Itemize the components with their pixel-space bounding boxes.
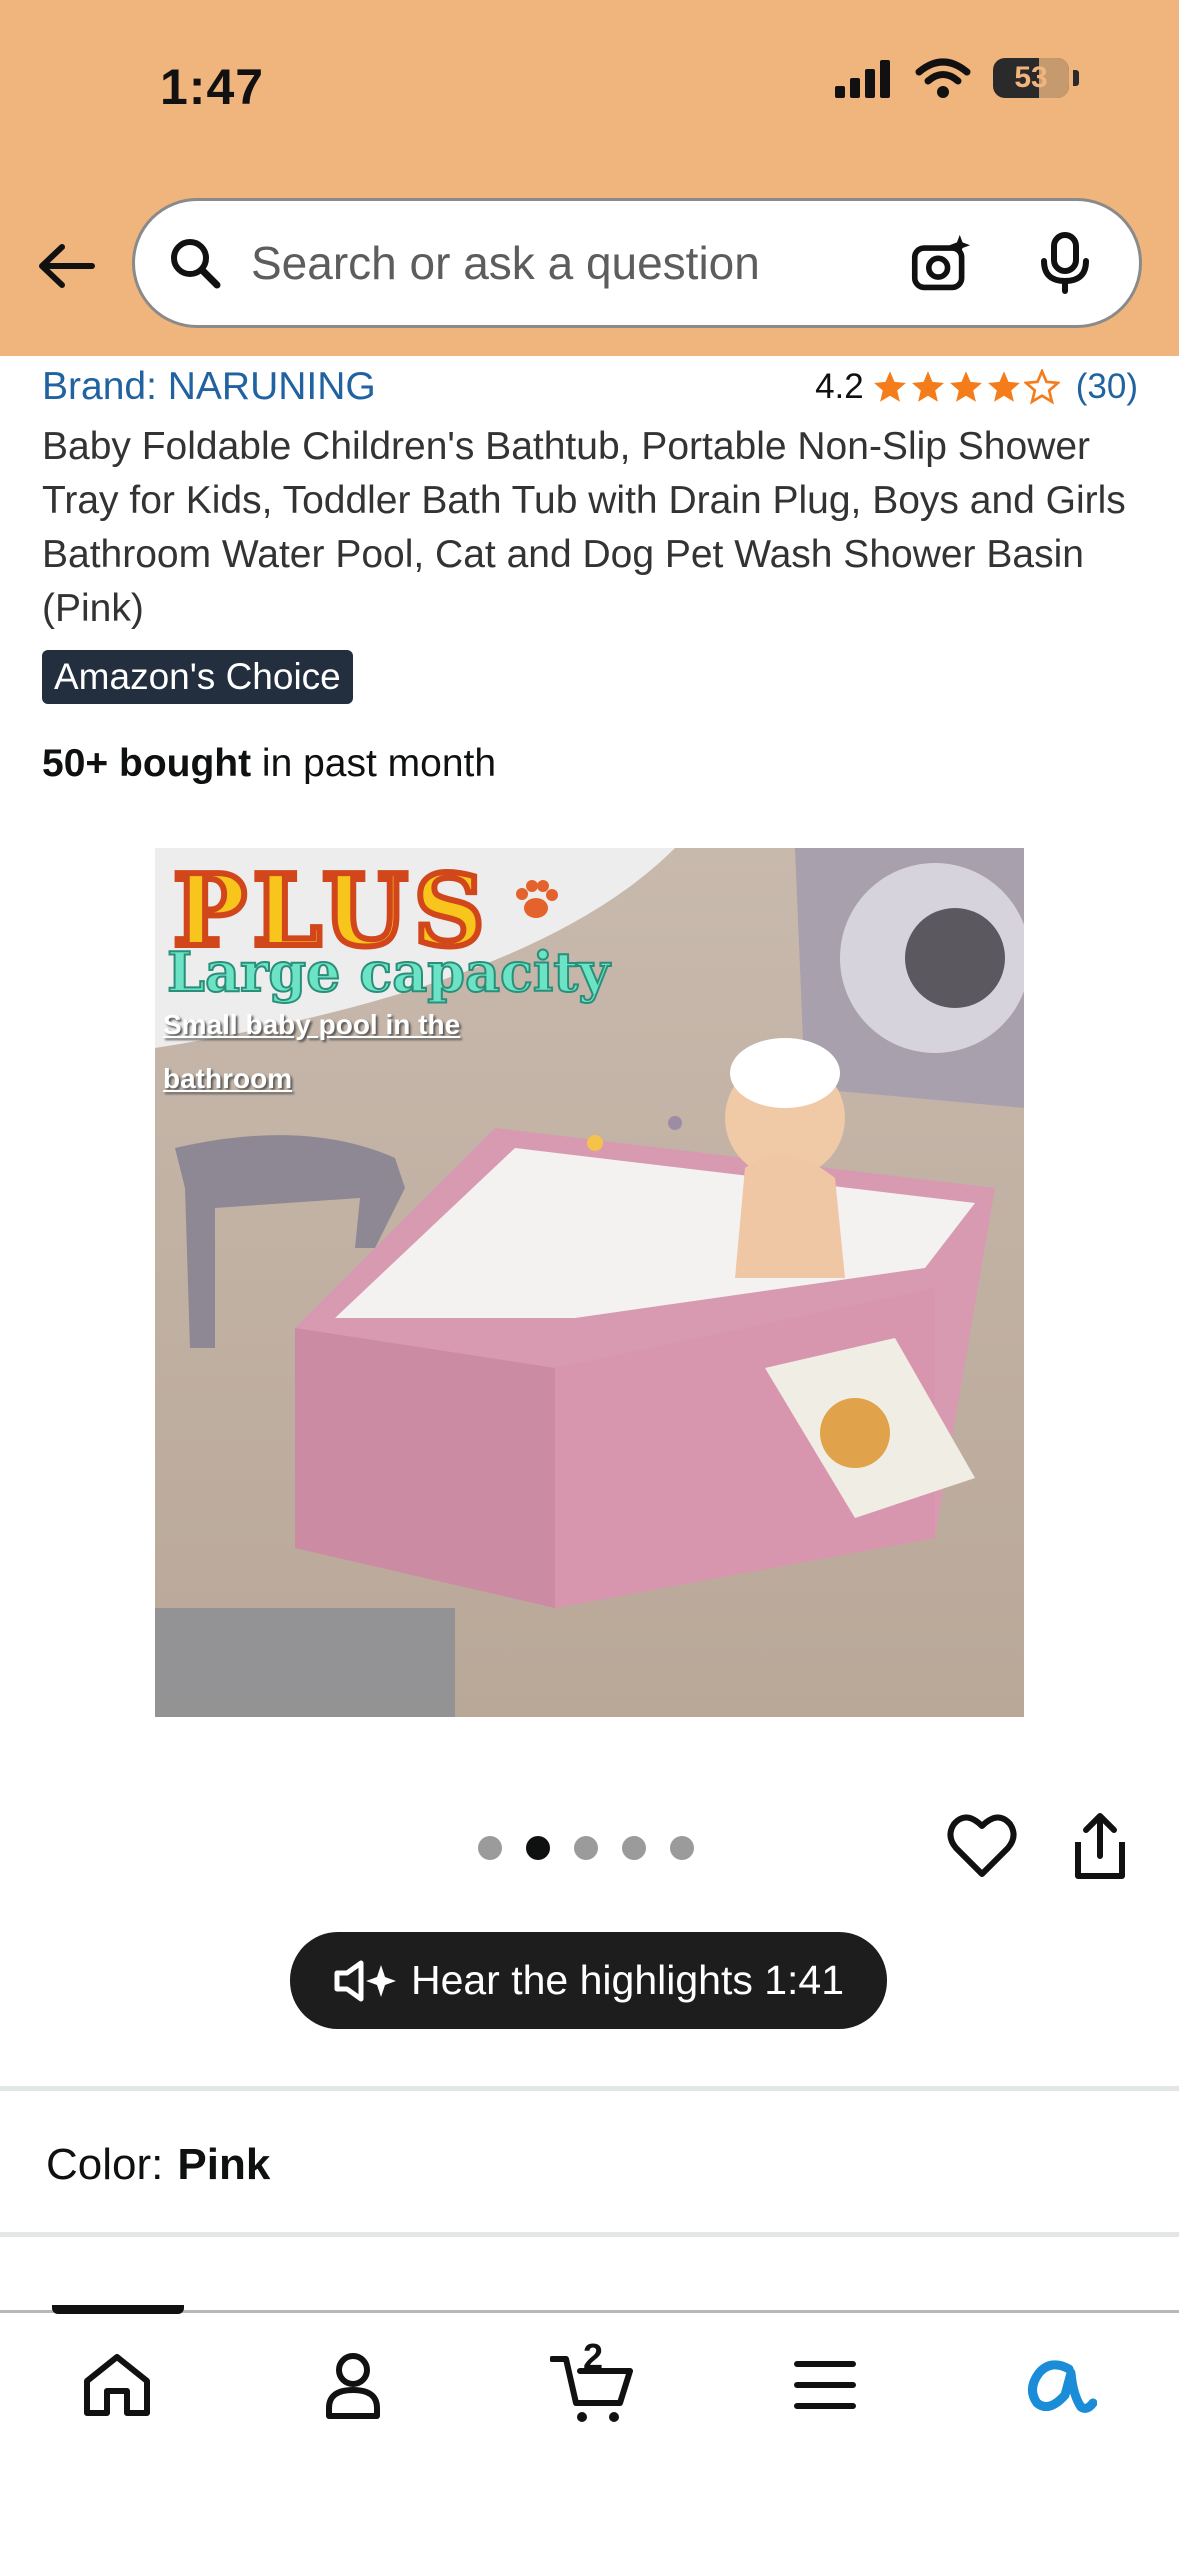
bought-count: 50+ bought <box>42 742 252 785</box>
divider <box>0 2232 1179 2237</box>
search-input[interactable] <box>251 236 911 290</box>
amazons-choice-badge[interactable]: Amazon's Choice <box>42 650 353 704</box>
carousel-dot[interactable] <box>622 1836 646 1860</box>
share-button[interactable] <box>1068 1810 1132 1882</box>
bought-in-past-month: 50+ bought in past month <box>42 742 496 786</box>
share-icon <box>1075 1813 1125 1879</box>
home-icon <box>84 2354 150 2416</box>
camera-search-icon[interactable] <box>911 233 971 293</box>
bought-suffix: in past month <box>251 742 497 785</box>
wishlist-button[interactable] <box>946 1810 1018 1882</box>
star-full-icon <box>987 371 1020 402</box>
color-label: Color: <box>46 2140 164 2189</box>
carousel-dot[interactable] <box>574 1836 598 1860</box>
cellular-signal-icon <box>835 60 890 98</box>
battery-icon: 53 <box>993 58 1069 98</box>
speaker-sparkle-icon <box>334 1960 396 2001</box>
status-time: 1:47 <box>160 59 265 115</box>
rating-summary[interactable]: 4.2 (30) <box>815 367 1138 407</box>
color-variation[interactable]: Color: Pink <box>46 2140 270 2190</box>
color-value: Pink <box>177 2140 271 2189</box>
active-tab-indicator <box>52 2305 184 2314</box>
star-full-icon <box>949 371 982 402</box>
image-overlay-caption: Large capacity <box>166 939 611 1005</box>
search-bar[interactable] <box>132 198 1142 328</box>
account-icon <box>326 2353 380 2419</box>
image-overlay-subtitle: Small baby pool in the bathroom <box>163 1009 461 1094</box>
brand-rating-row: Brand: NARUNING 4.2 (30) <box>42 365 1138 409</box>
tab-menu[interactable] <box>780 2340 870 2430</box>
hear-highlights-label: Hear the highlights 1:41 <box>410 1957 845 2003</box>
back-button[interactable] <box>28 228 104 304</box>
status-icons: 53 <box>833 58 1079 98</box>
carousel-dot-active[interactable] <box>526 1836 550 1860</box>
battery-level: 53 <box>1014 61 1048 94</box>
tab-account[interactable] <box>308 2340 398 2430</box>
brand-link[interactable]: Brand: NARUNING <box>42 365 376 409</box>
hear-highlights-button[interactable]: Hear the highlights 1:41 <box>290 1932 887 2029</box>
rating-count[interactable]: (30) <box>1076 367 1138 407</box>
rufus-ai-icon <box>1028 2360 1097 2413</box>
heart-icon <box>947 1814 1017 1877</box>
star-full-icon <box>911 371 944 402</box>
carousel-dot[interactable] <box>670 1836 694 1860</box>
menu-icon <box>794 2361 856 2409</box>
paw-icon <box>516 880 558 918</box>
product-image[interactable]: PLUS Large capacity Small baby pool in t… <box>155 848 1024 1717</box>
wifi-icon <box>915 58 971 98</box>
tab-rufus[interactable] <box>1014 2340 1104 2430</box>
star-empty-icon <box>1023 369 1060 405</box>
back-arrow-icon <box>39 244 95 288</box>
app-header: 1:47 53 <box>0 0 1179 356</box>
search-icon <box>165 233 225 293</box>
star-rating-icon <box>872 369 1060 405</box>
tab-home[interactable] <box>72 2340 162 2430</box>
star-full-icon <box>873 371 906 402</box>
carousel-dots[interactable] <box>478 1836 694 1860</box>
microphone-icon[interactable] <box>1035 232 1095 294</box>
cart-count-badge: 2 <box>582 2336 604 2377</box>
carousel-dot[interactable] <box>478 1836 502 1860</box>
rating-value: 4.2 <box>815 367 864 406</box>
product-title: Baby Foldable Children's Bathtub, Portab… <box>42 425 1126 630</box>
tab-cart[interactable]: 2 <box>545 2336 641 2430</box>
divider <box>0 2086 1179 2091</box>
